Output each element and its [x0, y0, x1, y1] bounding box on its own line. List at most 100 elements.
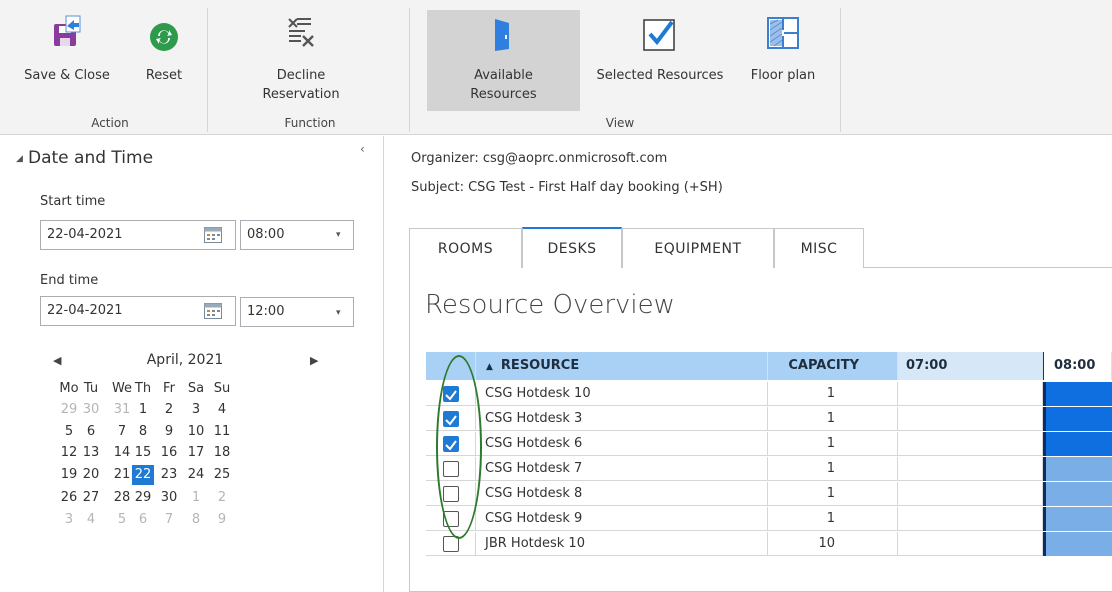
calendar-day[interactable]: 21: [111, 465, 133, 485]
calendar-day[interactable]: 23: [158, 465, 180, 485]
calendar-day[interactable]: 17: [185, 443, 207, 463]
calendar-day[interactable]: 4: [80, 510, 102, 530]
tab-rooms[interactable]: ROOMS: [409, 228, 522, 268]
booking-block[interactable]: [1043, 382, 1112, 406]
tab-equipment[interactable]: EQUIPMENT: [622, 228, 774, 268]
calendar-day[interactable]: 7: [158, 510, 180, 530]
booking-block[interactable]: [1043, 482, 1112, 506]
booking-block[interactable]: [1043, 532, 1112, 556]
calendar-day[interactable]: 15: [132, 443, 154, 463]
calendar-day[interactable]: 11: [211, 422, 233, 442]
time-slot-cell[interactable]: [898, 532, 1043, 556]
table-row[interactable]: CSG Hotdesk 8 1: [426, 482, 1112, 506]
calendar-day[interactable]: 1: [132, 400, 154, 420]
table-row[interactable]: CSG Hotdesk 10 1: [426, 382, 1112, 406]
calendar-day[interactable]: 4: [211, 400, 233, 420]
table-row[interactable]: CSG Hotdesk 6 1: [426, 432, 1112, 456]
save-close-button[interactable]: Save & Close: [8, 14, 126, 114]
calendar-day-selected[interactable]: 22: [132, 465, 154, 485]
chevron-down-icon[interactable]: ▾: [336, 308, 341, 318]
start-time-label: Start time: [40, 194, 106, 209]
table-row[interactable]: CSG Hotdesk 9 1: [426, 507, 1112, 531]
save-close-icon: [54, 15, 81, 46]
resource-column-header[interactable]: ▲ RESOURCE: [476, 352, 768, 380]
resource-grid: ▲ RESOURCE CAPACITY 07:00 08:00 CSG Hotde…: [426, 352, 1112, 592]
reset-button[interactable]: Reset: [138, 14, 190, 114]
highlight-oval: [436, 355, 482, 539]
calendar-day[interactable]: 19: [58, 465, 80, 485]
time-slot-cell[interactable]: [898, 382, 1043, 406]
calendar-day[interactable]: 18: [211, 443, 233, 463]
booking-block[interactable]: [1043, 432, 1112, 456]
calendar-day[interactable]: 16: [158, 443, 180, 463]
calendar-day[interactable]: 7: [111, 422, 133, 442]
calendar-day-header: Mo: [59, 381, 79, 396]
time-slot-cell[interactable]: [898, 482, 1043, 506]
calendar-day[interactable]: 29: [132, 488, 154, 508]
resource-name-cell: CSG Hotdesk 6: [476, 432, 768, 456]
next-month-icon[interactable]: ▶: [310, 354, 318, 367]
table-row[interactable]: CSG Hotdesk 3 1: [426, 407, 1112, 431]
calendar-day[interactable]: 3: [58, 510, 80, 530]
calendar-icon[interactable]: [204, 303, 222, 319]
selected-resources-button[interactable]: Selected Resources: [584, 14, 736, 114]
calendar-day[interactable]: 13: [80, 443, 102, 463]
capacity-column-header[interactable]: CAPACITY: [768, 352, 898, 380]
calendar-day[interactable]: 1: [185, 488, 207, 508]
calendar-day[interactable]: 9: [211, 510, 233, 530]
calendar-day[interactable]: 24: [185, 465, 207, 485]
tab-misc[interactable]: MISC: [774, 228, 864, 268]
calendar-icon[interactable]: [204, 227, 222, 243]
booking-block[interactable]: [1043, 457, 1112, 481]
calendar-day[interactable]: 6: [132, 510, 154, 530]
calendar-day[interactable]: 26: [58, 488, 80, 508]
resource-name-cell: JBR Hotdesk 10: [476, 532, 768, 556]
available-resources-button[interactable]: Available Resources: [427, 10, 580, 111]
calendar-month-title: April, 2021: [146, 352, 224, 368]
calendar-day[interactable]: 2: [211, 488, 233, 508]
date-time-section-title[interactable]: Date and Time: [28, 148, 153, 168]
floor-plan-label: Floor plan: [750, 68, 816, 83]
calendar-day-header: Su: [213, 381, 231, 396]
floor-plan-button[interactable]: Floor plan: [740, 14, 826, 114]
resource-overview-title: Resource Overview: [425, 290, 675, 320]
calendar-day[interactable]: 31: [111, 400, 133, 420]
calendar-day[interactable]: 25: [211, 465, 233, 485]
calendar-day[interactable]: 2: [158, 400, 180, 420]
save-close-label: Save & Close: [24, 68, 110, 83]
calendar-day[interactable]: 20: [80, 465, 102, 485]
time-slot-cell[interactable]: [898, 407, 1043, 431]
time-slot-cell[interactable]: [898, 432, 1043, 456]
calendar-day[interactable]: 14: [111, 443, 133, 463]
calendar-day[interactable]: 29: [58, 400, 80, 420]
decline-reservation-button[interactable]: Decline Reservation: [240, 14, 362, 114]
table-row[interactable]: CSG Hotdesk 7 1: [426, 457, 1112, 481]
calendar-day[interactable]: 8: [132, 422, 154, 442]
calendar-day[interactable]: 10: [185, 422, 207, 442]
calendar-day[interactable]: 3: [185, 400, 207, 420]
booking-block[interactable]: [1043, 407, 1112, 431]
calendar-day[interactable]: 30: [80, 400, 102, 420]
tab-desks[interactable]: DESKS: [522, 227, 622, 268]
time-slot-cell[interactable]: [898, 507, 1043, 531]
calendar-day-header: Sa: [187, 381, 205, 396]
chevron-down-icon[interactable]: ▾: [336, 230, 341, 240]
time-slot-cell[interactable]: [898, 457, 1043, 481]
floor-plan-icon: [767, 17, 799, 49]
calendar-day[interactable]: 12: [58, 443, 80, 463]
table-row[interactable]: JBR Hotdesk 10 10: [426, 532, 1112, 556]
collapse-panel-icon[interactable]: ‹: [360, 142, 365, 156]
calendar-day[interactable]: 30: [158, 488, 180, 508]
capacity-cell: 1: [768, 457, 898, 481]
calendar-day[interactable]: 9: [158, 422, 180, 442]
calendar-day[interactable]: 28: [111, 488, 133, 508]
calendar-day[interactable]: 5: [111, 510, 133, 530]
booking-block[interactable]: [1043, 507, 1112, 531]
prev-month-icon[interactable]: ◀: [53, 354, 61, 367]
calendar-day[interactable]: 8: [185, 510, 207, 530]
calendar-day-header: Tu: [83, 381, 99, 396]
collapse-section-icon[interactable]: ◢: [16, 154, 23, 164]
calendar-day[interactable]: 5: [58, 422, 80, 442]
calendar-day[interactable]: 6: [80, 422, 102, 442]
calendar-day[interactable]: 27: [80, 488, 102, 508]
